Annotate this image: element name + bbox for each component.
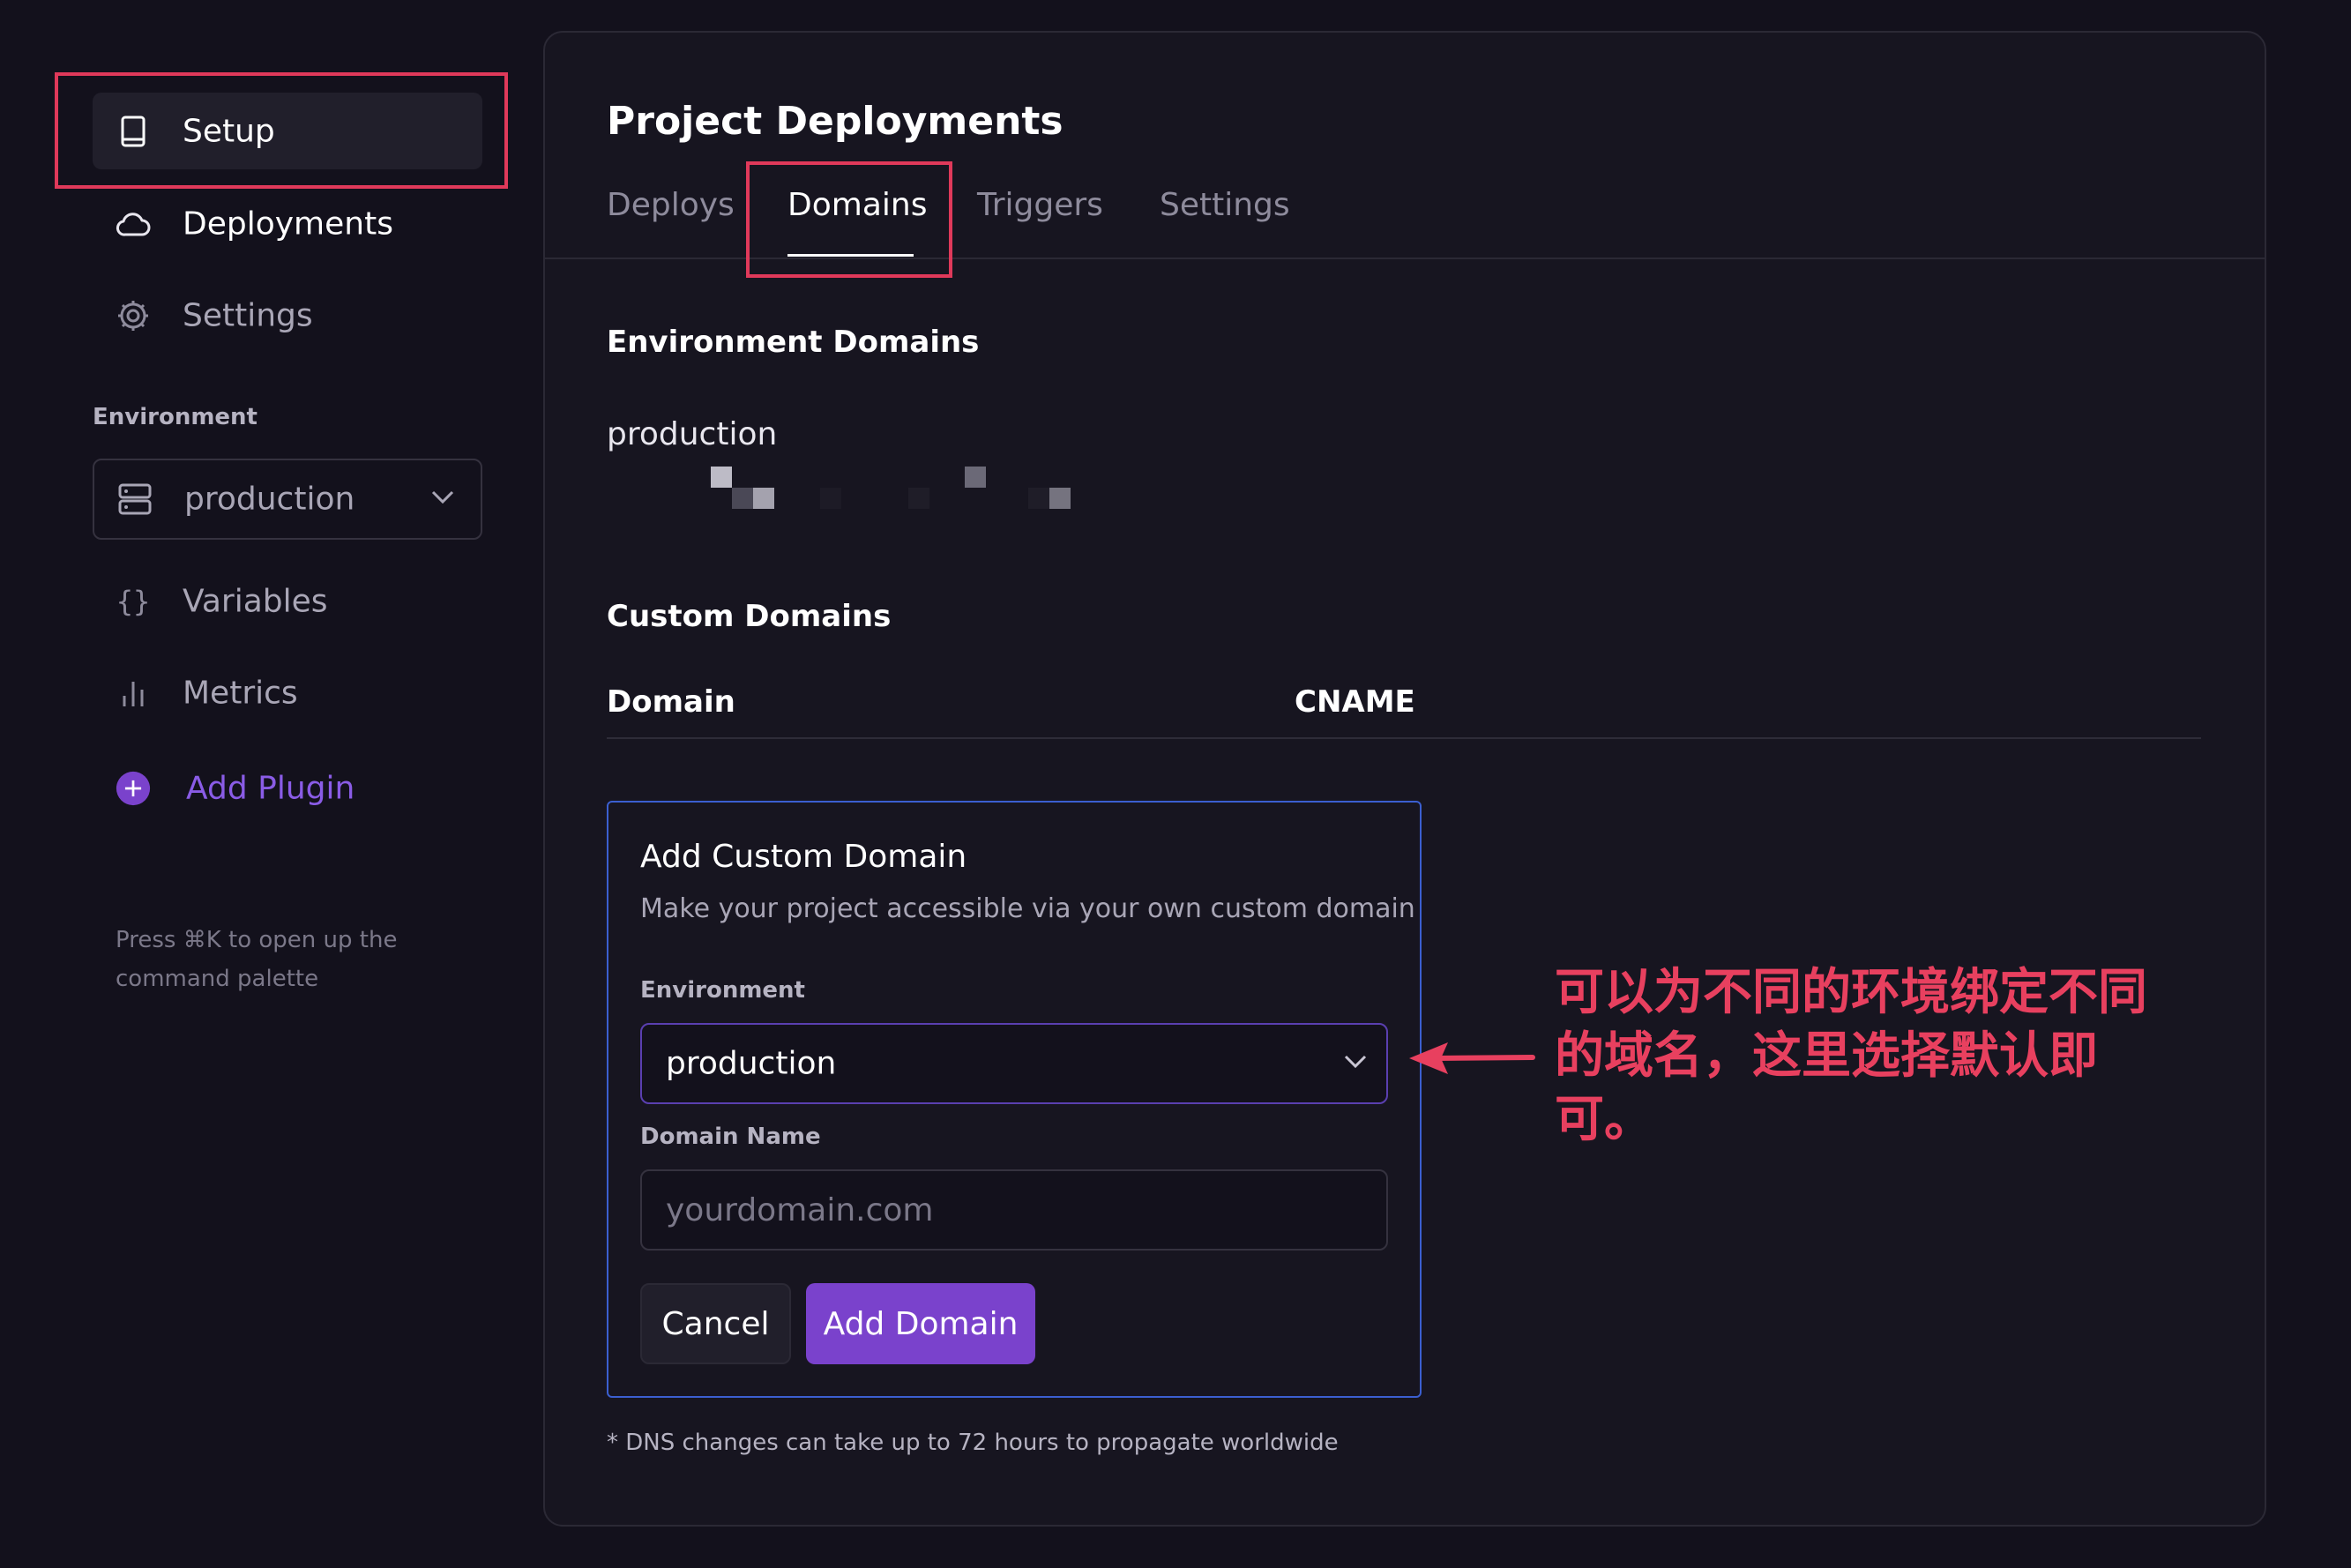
column-header-cname: CNAME xyxy=(1295,684,1415,720)
environment-select-value: production xyxy=(184,481,355,518)
cancel-button[interactable]: Cancel xyxy=(640,1283,791,1364)
environment-dropdown-value: production xyxy=(666,1045,837,1082)
add-plugin-button[interactable]: Add Plugin xyxy=(93,750,482,826)
server-icon xyxy=(117,482,153,517)
environment-domain-env-name: production xyxy=(607,416,778,452)
environment-dropdown[interactable]: production xyxy=(640,1023,1388,1104)
sidebar-item-settings[interactable]: Settings xyxy=(93,277,482,354)
add-plugin-label: Add Plugin xyxy=(186,770,355,806)
form-title: Add Custom Domain xyxy=(640,839,967,875)
bar-chart-icon xyxy=(116,676,151,711)
sidebar-item-metrics[interactable]: Metrics xyxy=(93,654,482,731)
page-title: Project Deployments xyxy=(607,99,1064,144)
add-domain-button[interactable]: Add Domain xyxy=(806,1283,1035,1364)
form-description: Make your project accessible via your ow… xyxy=(640,893,1415,924)
sidebar-item-label: Deployments xyxy=(183,205,393,242)
sidebar: Setup Deployments Settings Environment p… xyxy=(0,0,529,1568)
tabs-divider xyxy=(545,258,2265,259)
plus-circle-icon xyxy=(116,771,151,806)
tab-domains[interactable]: Domains xyxy=(787,187,927,223)
sidebar-item-deployments[interactable]: Deployments xyxy=(93,185,482,262)
environment-heading: Environment xyxy=(93,404,257,430)
custom-domains-title: Custom Domains xyxy=(607,599,892,634)
domain-name-field-label: Domain Name xyxy=(640,1124,821,1150)
active-tab-indicator xyxy=(787,254,914,257)
chevron-down-icon xyxy=(1344,1055,1367,1072)
domain-name-input[interactable] xyxy=(640,1169,1388,1251)
sidebar-item-label: Settings xyxy=(183,297,313,333)
sidebar-item-label: Variables xyxy=(183,583,328,619)
chevron-down-icon xyxy=(431,490,454,508)
tab-deploys[interactable]: Deploys xyxy=(607,187,735,223)
sidebar-item-setup[interactable]: Setup xyxy=(93,93,482,169)
environment-field-label: Environment xyxy=(640,977,805,1004)
command-palette-hint: Press ⌘K to open up the command palette xyxy=(116,927,398,992)
column-header-domain: Domain xyxy=(607,684,735,720)
app-root: Setup Deployments Settings Environment p… xyxy=(0,0,2351,1568)
annotation-note: 可以为不同的环境绑定不同的域名，这里选择默认即可。 xyxy=(1555,964,2147,1148)
table-divider xyxy=(607,737,2201,739)
sidebar-item-variables[interactable]: {} Variables xyxy=(93,563,482,639)
braces-icon: {} xyxy=(116,584,151,618)
dns-propagation-note: * DNS changes can take up to 72 hours to… xyxy=(607,1430,1339,1456)
book-icon xyxy=(116,114,151,149)
cloud-icon xyxy=(116,206,151,242)
annotation-arrow-icon xyxy=(1409,1042,1535,1074)
tab-triggers[interactable]: Triggers xyxy=(977,187,1103,223)
environment-domains-title: Environment Domains xyxy=(607,325,980,360)
tab-settings[interactable]: Settings xyxy=(1160,187,1290,223)
environment-select[interactable]: production xyxy=(93,459,482,540)
sidebar-item-label: Setup xyxy=(183,113,275,149)
sidebar-item-label: Metrics xyxy=(183,675,298,711)
gear-icon xyxy=(116,298,151,333)
